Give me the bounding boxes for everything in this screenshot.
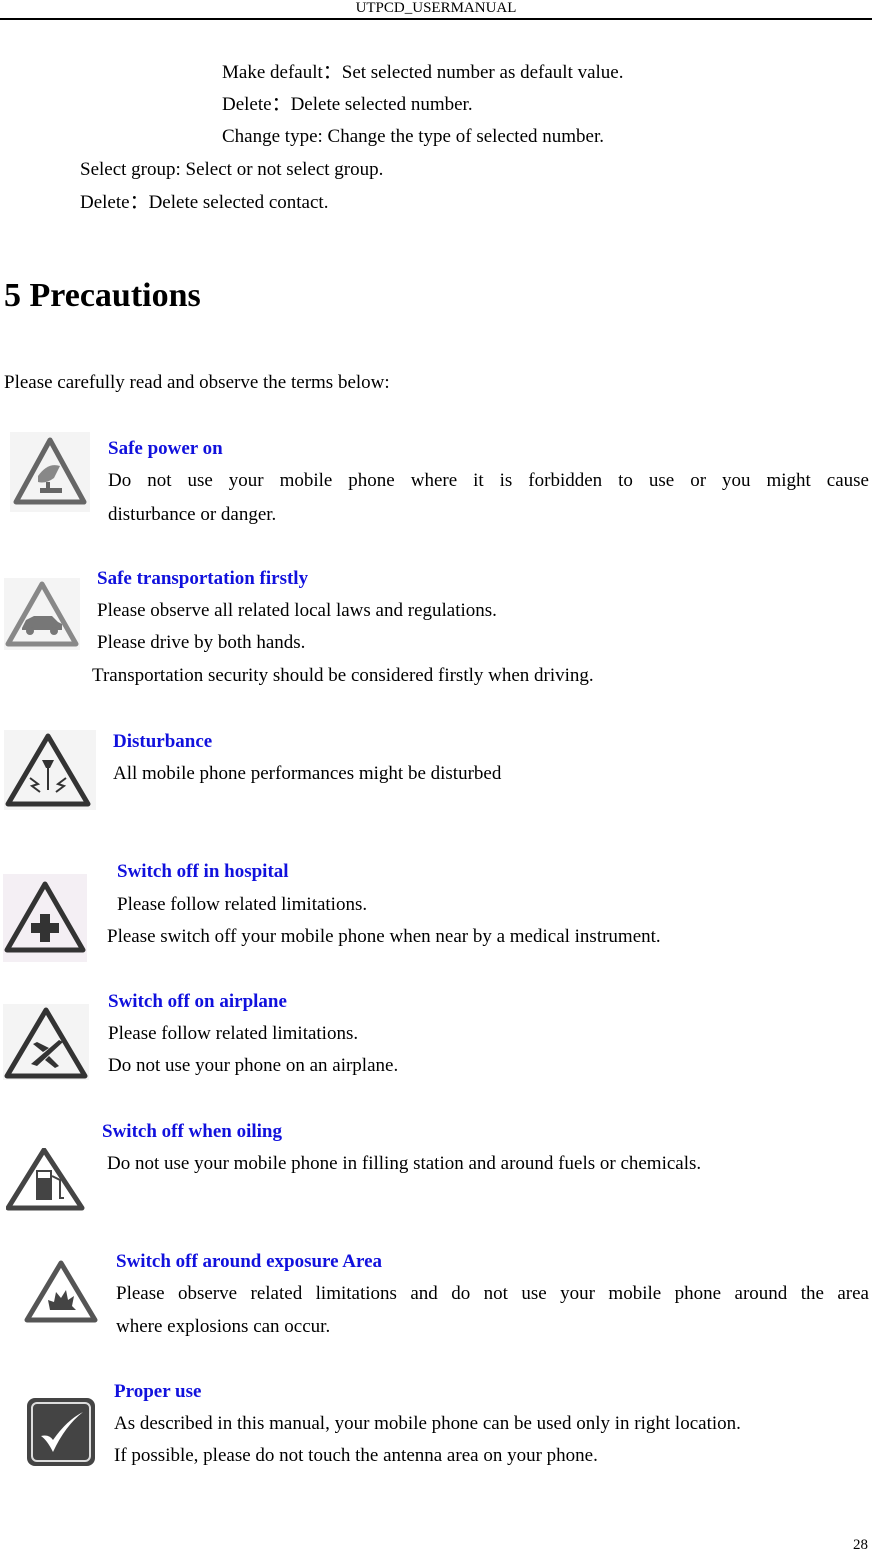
delete-number-line: Delete：Delete selected number. [222, 94, 473, 115]
interference-warning-icon [4, 730, 96, 810]
make-default-line: Make default：Set selected number as defa… [222, 62, 624, 83]
change-type-line: Change type: Change the type of selected… [222, 126, 604, 147]
section-lead: Please carefully read and observe the te… [4, 372, 390, 393]
precaution-title: Safe power on [108, 438, 223, 459]
precaution-title: Proper use [114, 1381, 202, 1402]
document-header-title: UTPCD_USERMANUAL [355, 0, 517, 16]
precaution-text: Do not use your mobile phone where it is… [108, 470, 869, 491]
delete-contact-line: Delete：Delete selected contact. [80, 192, 329, 213]
select-group-line: Select group: Select or not select group… [80, 159, 384, 180]
precaution-text: Transportation security should be consid… [92, 665, 594, 686]
precaution-title: Switch off around exposure Area [116, 1251, 383, 1272]
checkmark-icon [27, 1398, 95, 1466]
header-divider [0, 18, 872, 20]
precaution-text: Do not use your phone on an airplane. [108, 1055, 399, 1076]
precaution-title: Safe transportation firstly [97, 568, 309, 589]
precaution-text: Please follow related limitations. [108, 1023, 359, 1044]
car-warning-icon [4, 578, 80, 650]
precaution-text: Please observe related limitations and d… [116, 1283, 869, 1304]
page-number: 28 [853, 1537, 868, 1553]
explosion-warning-icon [24, 1260, 98, 1323]
airplane-warning-icon [3, 1004, 89, 1080]
precaution-text: Please observe all related local laws an… [97, 600, 497, 621]
precaution-text: As described in this manual, your mobile… [114, 1413, 741, 1434]
precaution-text: Please drive by both hands. [97, 632, 306, 653]
section-heading: 5 Precautions [4, 277, 201, 314]
precaution-title: Disturbance [113, 731, 213, 752]
precaution-title: Switch off when oiling [102, 1121, 282, 1142]
precaution-text: If possible, please do not touch the ant… [114, 1445, 598, 1466]
hand-power-warning-icon [10, 432, 90, 512]
precaution-title: Switch off in hospital [117, 861, 289, 882]
precaution-text: where explosions can occur. [116, 1316, 331, 1337]
precaution-text: All mobile phone performances might be d… [113, 763, 502, 784]
precaution-text: Please follow related limitations. [117, 894, 368, 915]
fuel-pump-warning-icon [6, 1148, 85, 1211]
precaution-text: Do not use your mobile phone in filling … [107, 1153, 702, 1174]
precaution-text: Please switch off your mobile phone when… [107, 926, 661, 947]
precaution-title: Switch off on airplane [108, 991, 287, 1012]
hospital-cross-warning-icon [3, 874, 87, 962]
precaution-text: disturbance or danger. [108, 504, 277, 525]
